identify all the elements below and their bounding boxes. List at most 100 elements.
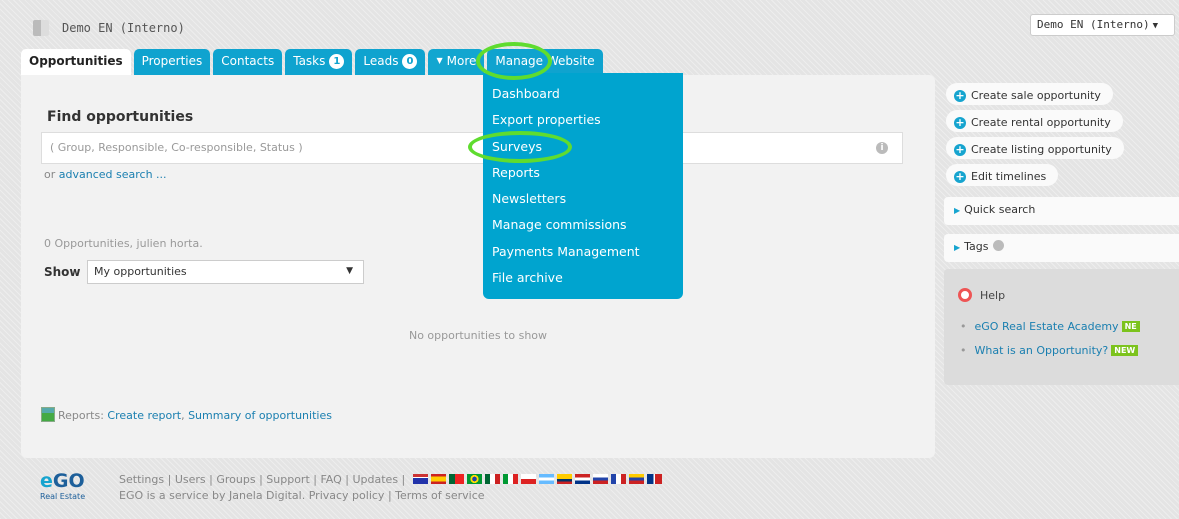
tab-contacts[interactable]: Contacts [213,49,283,75]
flag-ar-icon[interactable] [538,474,554,484]
footer-settings-link[interactable]: Settings [119,473,164,486]
tab-tasks[interactable]: Tasks 1 [285,49,353,75]
plus-icon: + [954,142,966,156]
flag-es-icon[interactable] [430,474,446,484]
chevron-right-icon: ▶ [954,206,961,215]
flag-ve-icon[interactable] [628,474,644,484]
privacy-link[interactable]: Privacy policy [309,489,385,502]
highlight-ring-surveys [468,131,572,163]
tab-label: Opportunities [29,54,123,68]
ego-logo[interactable]: eGO Real Estate [40,470,100,515]
help-link-label[interactable]: What is an Opportunity? [975,344,1109,357]
help-title-text: Help [980,288,1006,302]
advanced-search-link[interactable]: advanced search ... [59,168,167,181]
flag-fr-icon[interactable] [610,474,626,484]
opportunity-count: 0 Opportunities, julien horta. [44,237,203,250]
tab-label: Properties [141,54,203,68]
service-text: EGO is a service by Janela Digital. [119,489,306,502]
create-report-link[interactable]: Create report [107,409,181,422]
flag-co-icon[interactable] [556,474,572,484]
bullet: • [960,320,967,333]
more-dropdown-menu: Dashboard Export properties Surveys Repo… [483,73,683,299]
chevron-down-icon: ▼ [346,266,353,276]
help-link-label[interactable]: eGO Real Estate Academy [975,320,1119,333]
advanced-search-row: or advanced search ... [44,168,167,181]
footer-users-link[interactable]: Users [175,473,206,486]
footer-updates-link[interactable]: Updates [352,473,398,486]
flag-uk-icon[interactable] [412,474,428,484]
footer-support-link[interactable]: Support [266,473,309,486]
show-filter-select[interactable]: My opportunities ▼ [87,260,364,284]
menu-item-dashboard[interactable]: Dashboard [483,84,683,110]
tab-properties[interactable]: Properties [133,49,211,75]
reports-label: Reports: [58,409,104,422]
flag-cl-icon[interactable] [520,474,536,484]
footer-faq-link[interactable]: FAQ [320,473,341,486]
bullet: • [960,344,967,357]
plus-icon: + [954,88,966,102]
action-label: Create sale opportunity [971,89,1101,102]
tasks-count-badge: 1 [329,54,345,69]
tab-opportunities[interactable]: Opportunities [21,49,131,77]
flag-br-icon[interactable] [466,474,482,484]
create-sale-opportunity-button[interactable]: + Create sale opportunity [946,83,1113,105]
tags-label: Tags [964,240,989,253]
highlight-ring-more [476,42,552,80]
tab-label: More [446,54,477,68]
page-title: Find opportunities [47,109,194,125]
action-label: Create rental opportunity [971,116,1111,129]
tab-label: Leads [363,54,399,68]
flag-py-icon[interactable] [574,474,590,484]
menu-item-file-archive[interactable]: File archive [483,268,683,294]
help-link-opportunity[interactable]: • What is an Opportunity? NEW [960,344,1139,357]
logo-text: eGO [40,470,85,492]
app-title: Demo EN (Interno) [62,21,185,35]
chevron-down-icon: ▼ [436,56,443,65]
help-box: Help • eGO Real Estate Academy NE • What is… [944,269,1179,385]
reports-icon [41,407,55,422]
menu-item-reports[interactable]: Reports [483,163,683,189]
quick-search-toggle[interactable]: ▶ Quick search [944,197,1179,225]
plus-icon: + [954,169,966,183]
flag-mx-icon[interactable] [484,474,500,484]
info-icon[interactable] [992,240,1004,251]
flag-it-icon[interactable] [502,474,518,484]
terms-link[interactable]: Terms of service [395,489,484,502]
menu-item-newsletters[interactable]: Newsletters [483,189,683,215]
leads-count-badge: 0 [402,54,418,69]
account-select-value: Demo EN (Interno) [1037,18,1150,31]
flag-ru-icon[interactable] [592,474,608,484]
search-placeholder: ( Group, Responsible, Co-responsible, St… [50,141,303,154]
account-select[interactable]: Demo EN (Interno) ▼ [1030,14,1175,36]
edit-timelines-button[interactable]: + Edit timelines [946,164,1059,186]
create-rental-opportunity-button[interactable]: + Create rental opportunity [946,110,1123,132]
opportunities-panel: Find opportunities ( Group, Responsible,… [21,75,935,458]
advanced-prefix: or [44,168,56,181]
summary-link[interactable]: Summary of opportunities [188,409,332,422]
logo-sub: Real Estate [40,492,86,501]
create-listing-opportunity-button[interactable]: + Create listing opportunity [946,137,1124,159]
action-label: Edit timelines [971,170,1047,183]
new-badge: NE [1121,321,1140,332]
lifebuoy-icon [958,288,972,302]
help-title: Help [958,288,1005,302]
show-label: Show [44,265,81,279]
info-icon[interactable]: i [876,142,888,154]
tab-label: Contacts [221,54,275,68]
footer-service-row: EGO is a service by Janela Digital. Priv… [119,489,485,502]
new-badge: NEW [1111,345,1139,356]
empty-state: No opportunities to show [408,329,548,342]
tab-leads[interactable]: Leads 0 [355,49,426,75]
tab-label: Tasks [293,54,326,68]
help-link-academy[interactable]: • eGO Real Estate Academy NE [960,320,1140,333]
menu-item-payments-management[interactable]: Payments Management [483,242,683,268]
tags-toggle[interactable]: ▶ Tags [944,234,1179,262]
flag-pt-icon[interactable] [448,474,464,484]
language-flags [412,474,662,484]
reports-row: Reports: Create report, Summary of oppor… [58,409,332,422]
chevron-down-icon: ▼ [1152,21,1159,31]
app-icon [33,20,49,36]
menu-item-manage-commissions[interactable]: Manage commissions [483,215,683,241]
flag-do-icon[interactable] [646,474,662,484]
footer-groups-link[interactable]: Groups [216,473,255,486]
